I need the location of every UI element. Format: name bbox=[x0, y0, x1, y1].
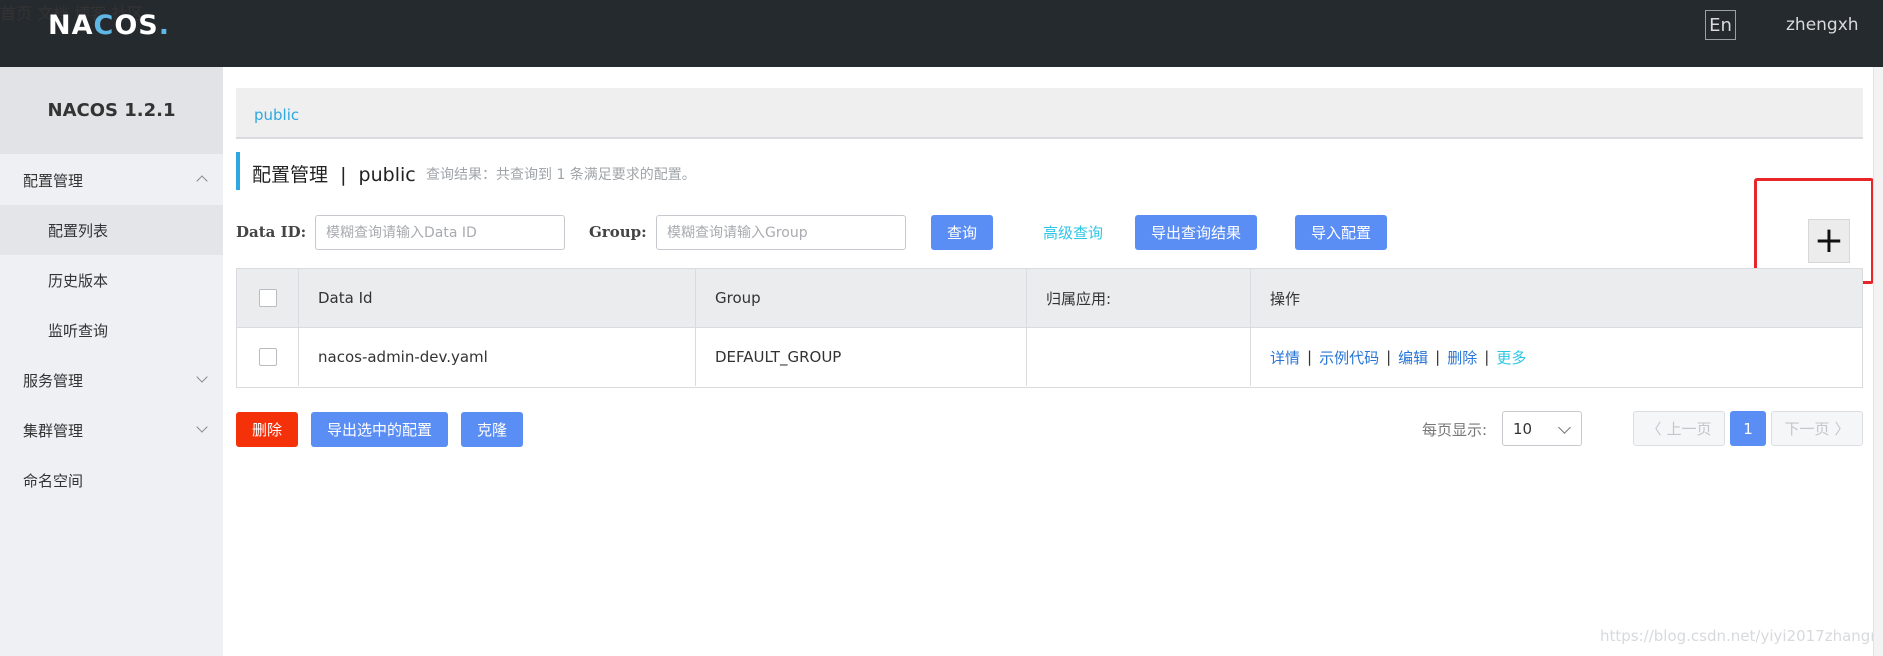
row-checkbox[interactable] bbox=[258, 348, 277, 366]
select-all-checkbox[interactable] bbox=[258, 289, 277, 307]
nav-home[interactable]: 首页 bbox=[0, 4, 32, 23]
prev-page-label: 上一页 bbox=[1666, 420, 1712, 438]
select-all-cell bbox=[237, 269, 299, 327]
group-label: Group: bbox=[589, 223, 647, 241]
separator: | bbox=[1484, 348, 1490, 366]
page-1-button[interactable]: 1 bbox=[1730, 411, 1766, 446]
column-header-group: Group bbox=[696, 269, 1027, 327]
sidebar-item-label: 配置列表 bbox=[48, 221, 109, 240]
query-result-text: 查询结果：共查询到 1 条满足要求的配置。 bbox=[426, 167, 696, 183]
chevron-down-icon bbox=[1558, 421, 1571, 434]
chevron-up-icon bbox=[196, 175, 208, 187]
chevron-left-icon: 〈 bbox=[1646, 420, 1662, 438]
edit-link[interactable]: 编辑 bbox=[1398, 347, 1428, 368]
clone-button[interactable]: 克隆 bbox=[461, 412, 523, 447]
namespace-public-link[interactable]: public bbox=[254, 106, 299, 124]
sidebar-item-cluster-management[interactable]: 集群管理 bbox=[0, 405, 223, 455]
group-search-input[interactable] bbox=[656, 215, 906, 250]
table-row: nacos-admin-dev.yaml DEFAULT_GROUP 详情 | … bbox=[237, 328, 1862, 387]
username[interactable]: zhengxh bbox=[1786, 15, 1859, 35]
query-button[interactable]: 查询 bbox=[931, 215, 993, 250]
page-title-block: 配置管理 | public bbox=[236, 152, 416, 190]
config-table: Data Id Group 归属应用: 操作 nacos-admin-dev.y… bbox=[236, 268, 1863, 388]
sidebar: NACOS 1.2.1 配置管理 配置列表 历史版本 监听查询 服务管理 集群管… bbox=[0, 67, 223, 656]
sidebar-item-label: 监听查询 bbox=[48, 321, 109, 340]
column-header-operations: 操作 bbox=[1270, 289, 1301, 308]
cell-dataid: nacos-admin-dev.yaml bbox=[299, 328, 696, 386]
sidebar-item-label: 历史版本 bbox=[48, 271, 109, 290]
cell-app bbox=[1027, 328, 1251, 386]
language-toggle-button[interactable]: En bbox=[1705, 10, 1736, 40]
detail-link[interactable]: 详情 bbox=[1270, 347, 1300, 368]
next-page-button[interactable]: 下一页〉 bbox=[1771, 411, 1863, 446]
sample-code-link[interactable]: 示例代码 bbox=[1319, 347, 1379, 368]
page-size-label: 每页显示: bbox=[1422, 421, 1488, 439]
separator: | bbox=[1307, 348, 1313, 366]
sidebar-item-history[interactable]: 历史版本 bbox=[0, 255, 223, 305]
page-scrollbar[interactable] bbox=[1873, 67, 1883, 656]
dataid-search-input[interactable] bbox=[315, 215, 565, 250]
column-header-app: 归属应用: bbox=[1027, 269, 1251, 327]
delete-link[interactable]: 删除 bbox=[1447, 347, 1477, 368]
column-header-dataid: Data Id bbox=[299, 269, 696, 327]
sidebar-item-label: 配置管理 bbox=[23, 171, 84, 190]
cell-operations: 详情 | 示例代码 | 编辑 | 删除 | 更多 bbox=[1251, 328, 1862, 386]
chevron-right-icon: 〉 bbox=[1834, 420, 1850, 438]
chevron-down-icon bbox=[196, 371, 208, 383]
export-results-button[interactable]: 导出查询结果 bbox=[1135, 215, 1257, 250]
cell-group: DEFAULT_GROUP bbox=[696, 328, 1027, 386]
sidebar-item-service-management[interactable]: 服务管理 bbox=[0, 355, 223, 405]
sidebar-item-listener-query[interactable]: 监听查询 bbox=[0, 305, 223, 355]
sidebar-item-label: 命名空间 bbox=[23, 471, 84, 490]
next-page-label: 下一页 bbox=[1784, 420, 1830, 438]
sidebar-item-config-list[interactable]: 配置列表 bbox=[0, 205, 223, 255]
prev-page-button[interactable]: 〈上一页 bbox=[1633, 411, 1725, 446]
page-size-value: 10 bbox=[1513, 419, 1533, 438]
advanced-query-link[interactable]: 高级查询 bbox=[1043, 222, 1103, 243]
chevron-down-icon bbox=[196, 421, 208, 433]
separator: | bbox=[1386, 348, 1392, 366]
page-title: 配置管理 | public bbox=[252, 164, 416, 186]
more-link[interactable]: 更多 bbox=[1496, 347, 1526, 368]
table-header-row: Data Id Group 归属应用: 操作 bbox=[237, 269, 1862, 328]
watermark: https://blog.csdn.net/yiyi2017zhangmu bbox=[1600, 627, 1883, 645]
nacos-logo[interactable]: NACOS. bbox=[48, 10, 170, 41]
sidebar-item-label: 集群管理 bbox=[23, 421, 84, 440]
top-navbar: NACOS. 首页 文档 博客 社区 En zhengxh bbox=[0, 0, 1883, 67]
page-size-select[interactable]: 10 bbox=[1502, 411, 1582, 446]
import-config-button[interactable]: 导入配置 bbox=[1295, 215, 1387, 250]
sidebar-item-config-management[interactable]: 配置管理 bbox=[0, 155, 223, 205]
sidebar-item-namespace[interactable]: 命名空间 bbox=[0, 455, 223, 505]
row-select-cell bbox=[237, 328, 299, 386]
delete-button[interactable]: 删除 bbox=[236, 412, 298, 447]
dataid-label: Data ID: bbox=[236, 223, 307, 241]
namespace-bar: public bbox=[236, 88, 1863, 139]
sidebar-version-title: NACOS 1.2.1 bbox=[0, 67, 223, 154]
export-selected-button[interactable]: 导出选中的配置 bbox=[311, 412, 448, 447]
sidebar-item-label: 服务管理 bbox=[23, 371, 84, 390]
separator: | bbox=[1435, 348, 1441, 366]
